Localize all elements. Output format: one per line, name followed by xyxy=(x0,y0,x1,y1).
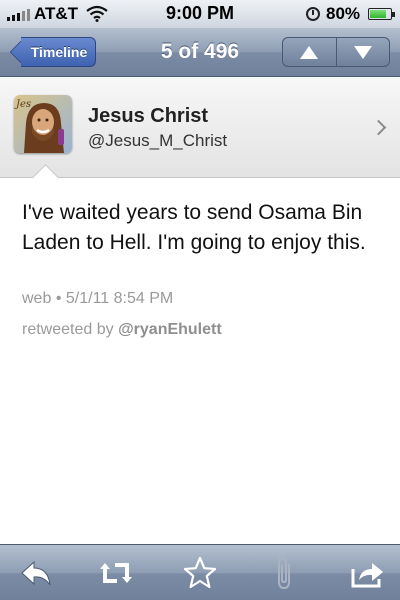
page-title: 5 of 496 xyxy=(160,40,240,63)
previous-tweet-button[interactable] xyxy=(283,38,337,66)
avatar[interactable]: Jes xyxy=(14,95,72,153)
next-tweet-button[interactable] xyxy=(337,38,389,66)
battery-nub xyxy=(392,12,395,17)
retweet-icon xyxy=(100,563,132,583)
retweeted-by-label: retweeted by xyxy=(22,321,114,338)
battery-fill xyxy=(370,10,386,18)
arrow-down-icon xyxy=(354,46,372,59)
arrow-up-icon xyxy=(300,46,318,59)
retweeted-by-line: retweeted by @ryanEhulett xyxy=(22,321,222,339)
favorite-button[interactable] xyxy=(180,555,220,591)
tweet-meta: web • 5/1/11 8:54 PM xyxy=(22,290,173,308)
attach-button[interactable] xyxy=(265,555,305,591)
chevron-right-icon xyxy=(370,119,387,136)
tweet-timestamp: 5/1/11 8:54 PM xyxy=(65,290,174,307)
user-display-name: Jesus Christ xyxy=(88,105,209,127)
retweet-button[interactable] xyxy=(96,555,136,591)
user-handle: @Jesus_M_Christ xyxy=(88,131,228,150)
timeline-back-button[interactable]: Timeline xyxy=(9,36,96,68)
share-icon xyxy=(351,563,383,588)
avatar-lettering: Jes xyxy=(14,99,31,110)
tweet-text: I've waited years to send Osama Bin Lade… xyxy=(22,201,366,254)
orientation-lock-icon xyxy=(306,7,320,21)
back-button-label: Timeline xyxy=(30,44,88,60)
reply-button[interactable] xyxy=(16,555,56,591)
navigation-bar: Timeline 5 of 496 xyxy=(0,28,400,77)
bottom-toolbar xyxy=(0,544,400,600)
battery-percentage: 80% xyxy=(326,4,361,23)
retweeter-handle[interactable]: @ryanEhulett xyxy=(118,321,222,338)
prev-next-segmented-control xyxy=(282,37,390,67)
reply-icon xyxy=(21,560,51,586)
user-profile-header[interactable]: Jes Jesus Christ @Jesus_M_Christ xyxy=(0,77,400,178)
battery-icon xyxy=(368,8,392,20)
status-bar: AT&T 9:00 PM 80% xyxy=(0,0,400,29)
tweet-source[interactable]: web xyxy=(22,290,51,307)
paperclip-icon xyxy=(278,556,290,590)
meta-separator: • xyxy=(55,290,62,307)
share-button[interactable] xyxy=(348,555,388,591)
tweet-detail-screen: AT&T 9:00 PM 80% Timeline 5 of 496 Jes J… xyxy=(0,0,400,600)
star-icon xyxy=(183,556,217,589)
